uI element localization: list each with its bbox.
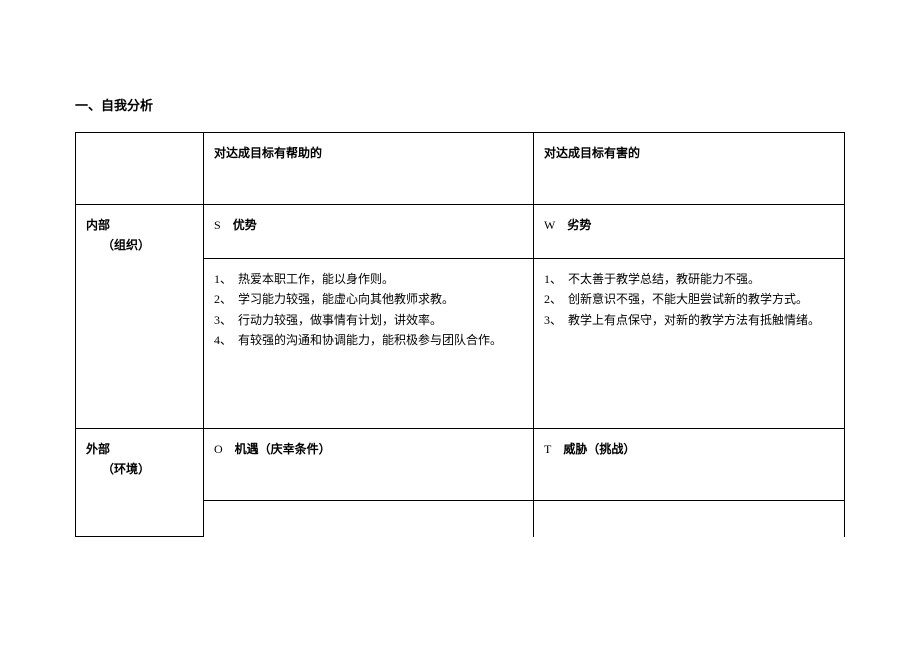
internal-line1: 内部 (86, 218, 110, 232)
header-row: 对达成目标有帮助的 对达成目标有害的 (76, 133, 845, 205)
opportunity-content-cell (204, 501, 534, 537)
list-item: 学习能力较强，能虚心向其他教师求教。 (214, 289, 523, 309)
weaknesses-header-cell: W 劣势 (534, 205, 845, 259)
list-item: 有较强的沟通和协调能力，能积极参与团队合作。 (214, 330, 523, 350)
internal-label-row: 内部 （组织） S 优势 W 劣势 (76, 205, 845, 259)
list-item: 热爱本职工作，能以身作则。 (214, 269, 523, 289)
internal-label-cell: 内部 （组织） (76, 205, 204, 429)
external-label-row: 外部 （环境） O 机遇（庆幸条件） T 威胁（挑战） (76, 429, 845, 501)
s-word: 优势 (233, 218, 257, 232)
internal-line2: （组织） (102, 238, 150, 252)
header-helpful-cell: 对达成目标有帮助的 (204, 133, 534, 205)
header-harmful-cell: 对达成目标有害的 (534, 133, 845, 205)
threat-header-cell: T 威胁（挑战） (534, 429, 845, 501)
section-title: 一、自我分析 (75, 95, 845, 114)
external-line1: 外部 (86, 442, 110, 456)
t-letter: T (544, 439, 551, 459)
external-line2: （环境） (102, 462, 150, 476)
header-empty-cell (76, 133, 204, 205)
header-helpful-text: 对达成目标有帮助的 (214, 146, 322, 160)
swot-table: 对达成目标有帮助的 对达成目标有害的 内部 （组织） S 优势 W 劣势 热爱本职工… (75, 132, 845, 537)
list-item: 教学上有点保守，对新的教学方法有抵触情绪。 (544, 310, 834, 330)
w-word: 劣势 (567, 218, 591, 232)
strengths-list: 热爱本职工作，能以身作则。 学习能力较强，能虚心向其他教师求教。 行动力较强，做… (214, 269, 523, 351)
weaknesses-list: 不太善于教学总结，教研能力不强。 创新意识不强，不能大胆尝试新的教学方式。 教学… (544, 269, 834, 330)
o-letter: O (214, 439, 223, 459)
strengths-header-cell: S 优势 (204, 205, 534, 259)
weaknesses-list-cell: 不太善于教学总结，教研能力不强。 创新意识不强，不能大胆尝试新的教学方式。 教学… (534, 259, 845, 429)
strengths-list-cell: 热爱本职工作，能以身作则。 学习能力较强，能虚心向其他教师求教。 行动力较强，做… (204, 259, 534, 429)
list-item: 行动力较强，做事情有计划，讲效率。 (214, 310, 523, 330)
s-letter: S (214, 215, 221, 235)
header-harmful-text: 对达成目标有害的 (544, 146, 640, 160)
list-item: 不太善于教学总结，教研能力不强。 (544, 269, 834, 289)
t-word: 威胁（挑战） (563, 442, 635, 456)
external-label-cell: 外部 （环境） (76, 429, 204, 537)
w-letter: W (544, 215, 555, 235)
o-word: 机遇（庆幸条件） (235, 442, 331, 456)
opportunity-header-cell: O 机遇（庆幸条件） (204, 429, 534, 501)
list-item: 创新意识不强，不能大胆尝试新的教学方式。 (544, 289, 834, 309)
threat-content-cell (534, 501, 845, 537)
